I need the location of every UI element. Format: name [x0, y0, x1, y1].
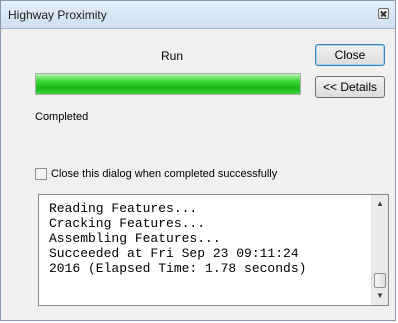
window-title: Highway Proximity: [8, 8, 107, 22]
dialog-window: Highway Proximity Run Close << Details C…: [0, 0, 396, 321]
checkbox-label: Close this dialog when completed success…: [51, 168, 278, 180]
vertical-scrollbar[interactable]: ▲ ▼: [371, 195, 388, 305]
scroll-down-arrow-icon[interactable]: ▼: [372, 288, 388, 304]
close-when-completed-option[interactable]: Close this dialog when completed success…: [35, 168, 277, 180]
log-output-box[interactable]: Reading Features... Cracking Features...…: [38, 194, 389, 306]
close-button[interactable]: Close: [315, 44, 385, 66]
log-text: Reading Features... Cracking Features...…: [49, 201, 307, 276]
progress-bar-fill: [36, 74, 300, 94]
status-text: Completed: [35, 111, 89, 123]
title-bar[interactable]: Highway Proximity: [1, 1, 395, 29]
scroll-up-arrow-icon[interactable]: ▲: [372, 196, 388, 212]
close-when-completed-checkbox[interactable]: [35, 168, 47, 180]
run-label: Run: [161, 49, 184, 63]
details-button[interactable]: << Details: [315, 76, 385, 98]
close-x-icon[interactable]: [378, 8, 389, 19]
progress-bar: [35, 73, 301, 95]
scroll-thumb[interactable]: [374, 273, 386, 288]
